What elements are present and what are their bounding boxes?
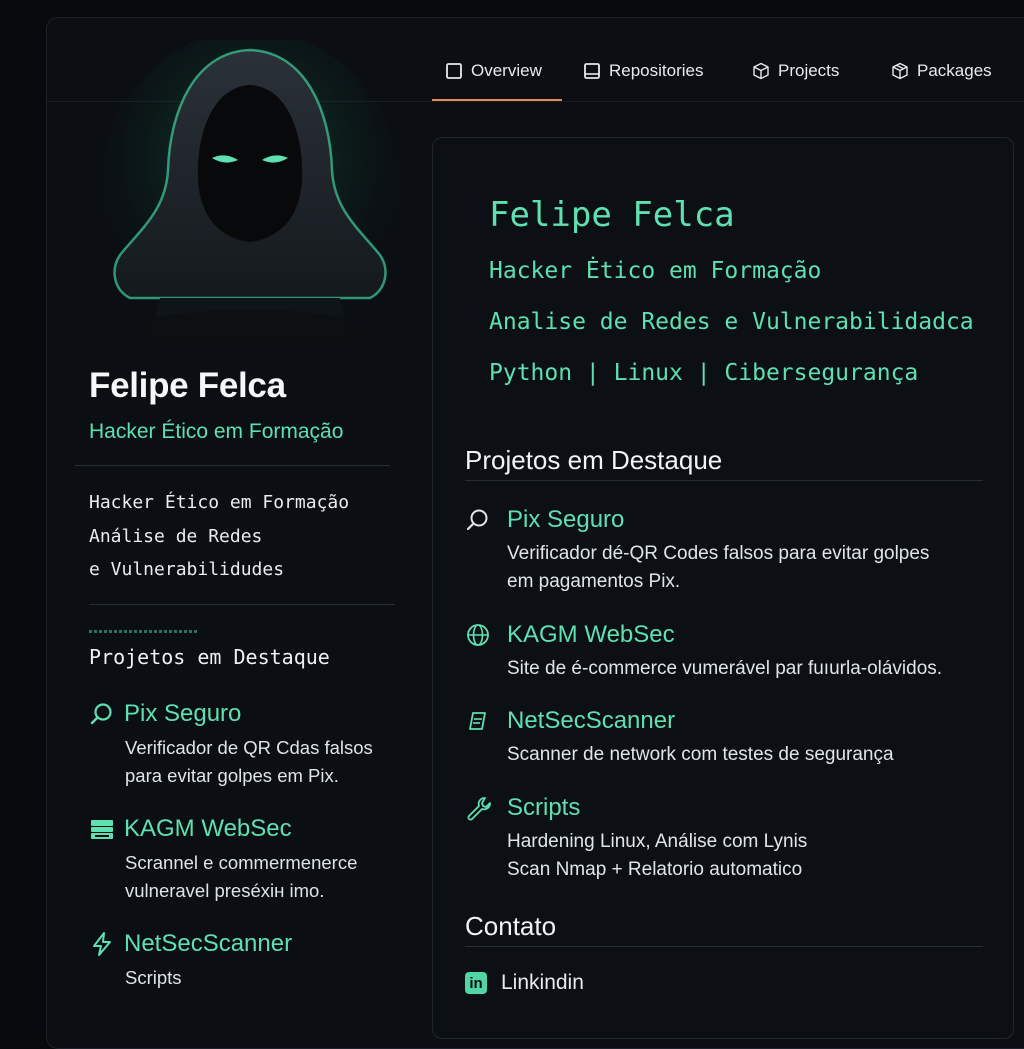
- project-item[interactable]: NetSecScanner Scanner de network com tes…: [465, 707, 1005, 769]
- project-desc: Hardening Linux, Análise com Lynis: [507, 831, 808, 852]
- readme-line: Hacker Ėtico em Formação: [489, 258, 822, 284]
- sidebar-divider: [89, 604, 395, 605]
- projects-heading: Projetos em Destaque: [465, 445, 723, 475]
- contact-label[interactable]: Linkindin: [501, 971, 584, 995]
- profile-name: Felipe Felca: [89, 366, 286, 405]
- sidebar-project-title[interactable]: KAGM WebSec: [124, 815, 292, 843]
- sidebar-divider: [75, 465, 390, 466]
- tab-packages-label: Packages: [917, 61, 992, 80]
- project-desc: Verificador dé-QR Codes falsos para evit…: [507, 543, 930, 564]
- bio-line: Hacker Ético em Formação: [89, 492, 350, 513]
- linkedin-icon: in: [465, 972, 487, 994]
- wrench-icon: [467, 797, 491, 821]
- sidebar-project-desc: vulneravel preséxiʜ imo.: [125, 880, 325, 901]
- project-desc: Scanner de network com testes de seguran…: [507, 744, 894, 765]
- tab-packages[interactable]: Packages: [891, 58, 992, 84]
- tab-repositories[interactable]: Repositories: [583, 58, 704, 84]
- sidebar-project-desc: Scrannel e commermenerce: [125, 852, 358, 873]
- sidebar-project-title[interactable]: NetSecScanner: [124, 930, 292, 958]
- project-item[interactable]: Pix Seguro Verificador dé-QR Codes falso…: [465, 506, 1005, 596]
- globe-icon: [467, 624, 489, 646]
- project-item[interactable]: KAGM WebSec Site de é-commerce vumerável…: [465, 621, 1005, 683]
- project-desc: Scan Nmap + Relatorio automatico: [507, 859, 803, 880]
- project-title[interactable]: NetSecScanner: [507, 707, 675, 735]
- scanner-icon: [469, 712, 486, 730]
- tab-projects[interactable]: Projects: [752, 58, 839, 84]
- project-title[interactable]: Scripts: [507, 794, 580, 822]
- readme-line: Python | Linux | Cibersegurança: [489, 360, 919, 386]
- section-divider: [465, 946, 983, 947]
- section-divider: [465, 480, 983, 481]
- project-item[interactable]: Scripts Hardening Linux, Análise com Lyn…: [465, 794, 1005, 884]
- project-desc: em pagamentos Pix.: [507, 571, 681, 592]
- square-icon: [446, 63, 462, 79]
- sidebar-projects-heading: Projetos em Destaque: [89, 645, 330, 669]
- contact-linkedin[interactable]: in Linkindin: [465, 971, 584, 995]
- profile-bio: Hacker Ético em Formação Análise de Rede…: [89, 486, 349, 587]
- project-title[interactable]: Pix Seguro: [507, 506, 624, 534]
- bio-line: e Vulnerabilidudes: [89, 559, 285, 580]
- sidebar-project-item[interactable]: Pix Seguro Verificador de QR Cdas falsos…: [89, 700, 409, 790]
- readme-name: Felipe Felca: [489, 195, 735, 235]
- sidebar-project-desc: para evitar golpes em Pix.: [125, 765, 339, 786]
- cube-icon: [753, 62, 769, 80]
- tab-repositories-label: Repositories: [609, 61, 704, 80]
- tab-projects-label: Projects: [778, 61, 840, 80]
- readme-line: Analise de Redes e Vulnerabilidadca: [489, 309, 974, 335]
- contact-heading: Contato: [465, 911, 557, 941]
- server-icon: [91, 820, 113, 839]
- sidebar-project-title[interactable]: Pix Seguro: [124, 700, 241, 728]
- project-title[interactable]: KAGM WebSec: [507, 621, 675, 649]
- search-icon: [90, 703, 112, 725]
- decorative-bar: [89, 630, 197, 633]
- sidebar-project-desc: Scripts: [125, 967, 182, 988]
- tab-overview[interactable]: Overview: [445, 58, 542, 84]
- sidebar-project-item[interactable]: NetSecScanner Scripts: [89, 930, 409, 992]
- bio-line: Análise de Redes: [89, 525, 263, 547]
- active-tab-indicator: [432, 99, 562, 101]
- avatar[interactable]: [100, 30, 400, 360]
- sidebar-project-item[interactable]: KAGM WebSec Scrannel e commermenerce vul…: [89, 815, 409, 905]
- package-icon: [892, 62, 908, 80]
- sidebar-project-desc: Verificador de QR Cdas falsos: [125, 737, 373, 758]
- profile-subtitle: Hacker Ético em Formação: [89, 420, 344, 443]
- tab-overview-label: Overview: [471, 61, 542, 80]
- book-icon: [584, 63, 600, 79]
- search-icon: [466, 509, 488, 531]
- lightning-icon: [93, 932, 111, 956]
- project-desc: Site de é-commerce vumerável par fuıurla…: [507, 658, 943, 679]
